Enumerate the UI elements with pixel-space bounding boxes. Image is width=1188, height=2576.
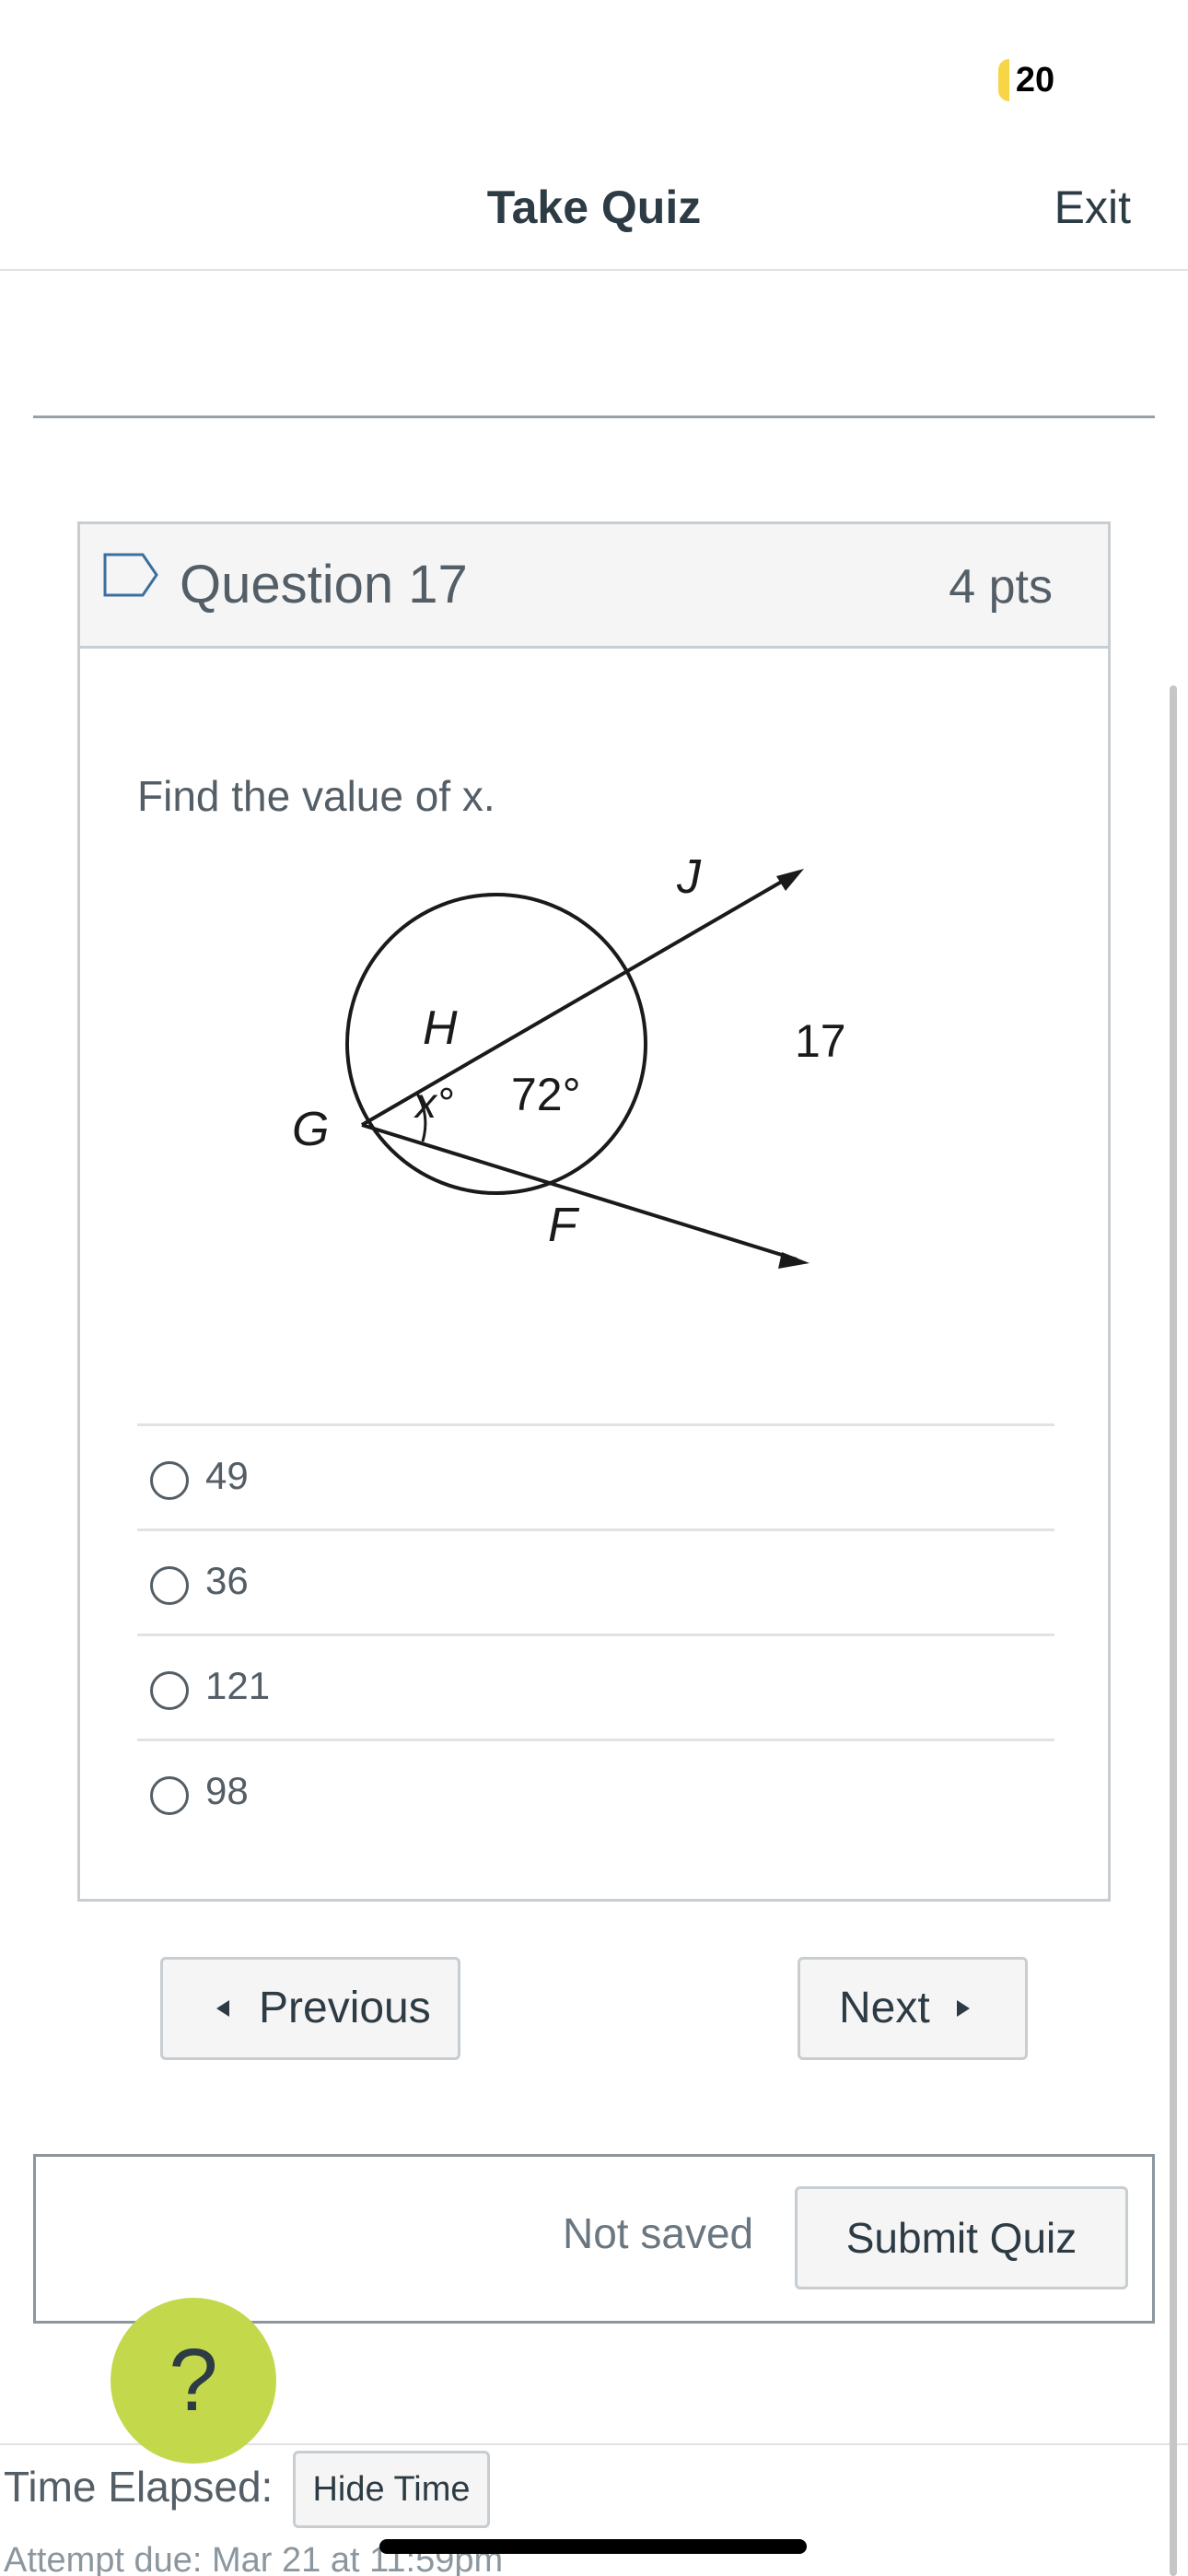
- label-h: H: [423, 1001, 458, 1055]
- answer-option[interactable]: 49: [137, 1423, 1054, 1528]
- battery-fill: [998, 59, 1009, 101]
- tangent-line-gf: [361, 1123, 798, 1261]
- flag-outline-icon[interactable]: [102, 552, 159, 598]
- hide-time-button[interactable]: Hide Time: [293, 2451, 490, 2528]
- answer-list: 49 36 121 98: [137, 1423, 1054, 1844]
- radio-button[interactable]: [150, 1671, 189, 1710]
- divider: [33, 416, 1155, 418]
- home-indicator[interactable]: [379, 2539, 807, 2554]
- previous-label: Previous: [259, 1984, 431, 2032]
- diagram-circle: [345, 893, 647, 1195]
- scrollbar[interactable]: [1170, 685, 1177, 2576]
- label-f: F: [548, 1199, 580, 1252]
- question-header: Question 17 4 pts: [80, 524, 1108, 649]
- page-title: Take Quiz: [486, 181, 702, 233]
- help-button[interactable]: ?: [111, 2298, 276, 2464]
- question-points: 4 pts: [949, 560, 1053, 614]
- answer-label: 49: [205, 1454, 249, 1497]
- save-status: Not saved: [563, 2209, 754, 2257]
- label-g: G: [292, 1103, 329, 1156]
- previous-button[interactable]: Previous: [160, 1957, 460, 2060]
- answer-option[interactable]: 121: [137, 1633, 1054, 1739]
- battery-level: 20: [1015, 61, 1055, 100]
- exit-button[interactable]: Exit: [1054, 181, 1131, 234]
- label-inner-arc: 72°: [511, 1069, 581, 1120]
- geometry-diagram: J H G F x° 72° 170°: [292, 850, 844, 1269]
- question-card: Question 17 4 pts Find the value of x. J…: [77, 521, 1111, 1902]
- arrow-head-f: [778, 1252, 809, 1269]
- answer-option[interactable]: 36: [137, 1528, 1054, 1633]
- radio-button[interactable]: [150, 1776, 189, 1815]
- radio-button[interactable]: [150, 1566, 189, 1605]
- caret-left-icon: [216, 2000, 229, 2017]
- arrow-head-j: [776, 869, 804, 891]
- question-title: Question 17: [180, 555, 468, 615]
- question-prompt: Find the value of x.: [137, 772, 495, 820]
- submit-quiz-button[interactable]: Submit Quiz: [795, 2186, 1128, 2289]
- answer-label: 121: [205, 1664, 271, 1707]
- caret-right-icon: [957, 2000, 970, 2017]
- next-label: Next: [839, 1984, 930, 2032]
- answer-label: 36: [205, 1559, 249, 1602]
- label-j: J: [676, 850, 702, 904]
- quiz-header: Take Quiz Exit: [0, 138, 1188, 271]
- next-button[interactable]: Next: [798, 1957, 1028, 2060]
- radio-button[interactable]: [150, 1461, 189, 1500]
- answer-option[interactable]: 98: [137, 1739, 1054, 1844]
- status-bar: 20: [0, 0, 1188, 138]
- battery-indicator: 20: [998, 59, 1061, 101]
- label-outer-arc: 170°: [795, 1015, 844, 1067]
- label-x: x°: [413, 1079, 453, 1127]
- timer-bar: Time Elapsed: Hide Time Attempt due: Mar…: [0, 2443, 1188, 2576]
- answer-label: 98: [205, 1769, 249, 1812]
- time-elapsed-label: Time Elapsed:: [4, 2463, 274, 2511]
